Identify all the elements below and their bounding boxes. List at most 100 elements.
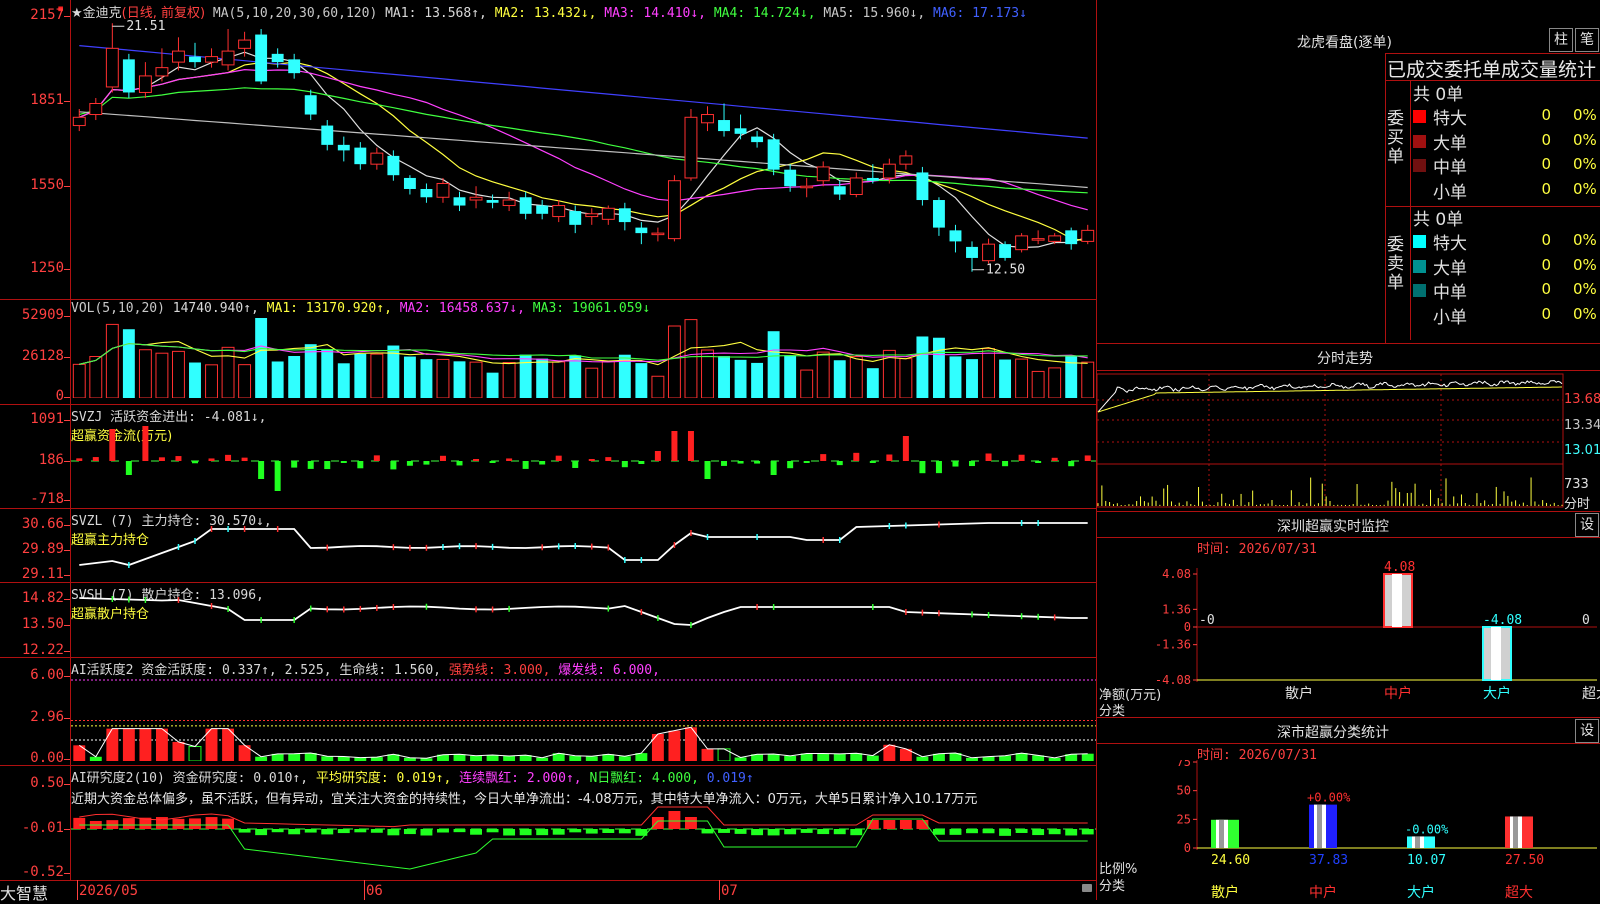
intraday-chart[interactable]: [1097, 372, 1600, 510]
order-count: 0: [1541, 106, 1551, 124]
candle-body: [1015, 235, 1029, 251]
order-type-label: 大单: [1433, 133, 1467, 154]
classify-category-label: 大户: [1407, 884, 1435, 900]
candle-body: [569, 211, 582, 225]
capital-flow-chart[interactable]: [71, 420, 1096, 505]
monitor-bar-highlight: [1491, 627, 1501, 680]
volume-bar: [337, 363, 350, 398]
candle-body: [701, 114, 714, 124]
candle-body: [999, 244, 1012, 258]
svzl-axis-label: 29.89: [21, 541, 64, 557]
flow-bar: [506, 458, 513, 461]
flow-bar: [969, 461, 976, 467]
order-percent: 0%: [1573, 255, 1597, 274]
flow-bar: [985, 453, 992, 461]
candle-body: [816, 166, 830, 182]
volume-bar: [536, 358, 549, 398]
research-bar: [437, 829, 449, 833]
activity-bar: [453, 754, 466, 761]
activity-chart[interactable]: [71, 676, 1096, 761]
activity-bar: [817, 753, 830, 761]
candle-body: [932, 200, 945, 228]
volume-bar: [420, 359, 433, 398]
activity-bar: [321, 756, 334, 761]
flow-bar: [340, 461, 347, 463]
flow-bar: [1002, 461, 1009, 467]
volume-bar: [255, 318, 268, 398]
research-bar: [817, 829, 830, 835]
volume-bar: [833, 360, 846, 398]
candle-body: [833, 186, 846, 195]
volume-bar: [684, 319, 698, 398]
candle-body: [849, 177, 863, 196]
flow-bar: [588, 459, 595, 461]
monitor-axis-label: 4.08: [1162, 567, 1191, 581]
candle-body: [982, 243, 995, 262]
volume-bar: [751, 362, 764, 398]
order-percent: 0%: [1573, 280, 1597, 298]
main-holding-chart[interactable]: [71, 515, 1096, 580]
volume-bar: [172, 350, 185, 398]
monitor-axis-label: 0: [1184, 620, 1191, 634]
svzj-axis-label: 186: [38, 452, 64, 468]
research-bar: [932, 829, 945, 835]
monitor-chart[interactable]: 4.081.360-1.36-4.08-0散户4.08中户-4.08大户0超大: [1097, 556, 1600, 718]
bar-mode-button[interactable]: 柱: [1549, 28, 1573, 52]
monitor-axis-label: 1.36: [1162, 602, 1191, 616]
candle-body: [387, 155, 400, 176]
volume-bar: [651, 375, 665, 398]
tick-mode-button[interactable]: 笔: [1575, 28, 1599, 52]
classify-bar-shade: [1219, 819, 1224, 848]
activity-bar: [602, 754, 615, 761]
volume-bar: [1081, 361, 1095, 398]
candlestick-chart[interactable]: 21.51 12.50: [71, 18, 1096, 280]
volume-bar: [784, 355, 797, 398]
candle-body: [436, 182, 450, 198]
candle-body: [486, 200, 499, 203]
research-chart[interactable]: [71, 784, 1096, 878]
classify-settings-button[interactable]: 设: [1575, 719, 1599, 743]
chart-area[interactable]: ▪ ★金迪克(日线, 前复权) MA(5,10,20,30,60,120) MA…: [0, 0, 1097, 903]
order-percent: 0%: [1573, 179, 1597, 198]
volume-bar: [370, 353, 384, 398]
volume-chart[interactable]: [71, 316, 1096, 398]
classify-value-label: 27.50: [1505, 853, 1544, 868]
research-bar: [767, 829, 780, 836]
volume-bar: [436, 358, 450, 398]
classify-axis-label: 50: [1177, 784, 1191, 798]
vol-ma3: MA3: 19061.059↓: [532, 301, 651, 316]
volume-bar: [72, 363, 86, 398]
retail-holding-chart[interactable]: [71, 590, 1096, 655]
flow-bar: [721, 461, 728, 466]
vol-axis-label: 52909: [21, 307, 64, 323]
research-bar: [255, 829, 268, 836]
monitor-value-label: -0: [1199, 613, 1215, 628]
flow-bar: [307, 461, 314, 469]
research-bar: [403, 829, 416, 835]
flow-bar: [324, 461, 331, 470]
flow-bar: [76, 458, 83, 461]
classify-chart[interactable]: 75 50 25 0 24.60 散户 37.83 +0.00% 中户 10.07 -0.00% 大户…: [1097, 760, 1600, 900]
activity-bar: [916, 756, 929, 761]
research-bar: [602, 829, 615, 833]
flow-bar: [439, 455, 446, 461]
flow-bar: [423, 461, 430, 465]
research-bar: [850, 829, 863, 836]
ai1-axis-label: 2.96: [30, 709, 64, 725]
volume-bar: [221, 346, 235, 398]
flow-bar: [935, 461, 942, 474]
volume-bar: [800, 369, 814, 398]
candle-body: [370, 152, 384, 165]
monitor-settings-button[interactable]: 设: [1575, 513, 1599, 537]
lock-icon[interactable]: [1082, 884, 1092, 892]
research-bar: [470, 829, 482, 835]
volume-bar: [1015, 358, 1029, 398]
app-logo[interactable]: 大智慧: [0, 880, 48, 904]
volume-bar: [569, 355, 582, 398]
order-count: 0: [1541, 179, 1551, 198]
candle-body: [949, 230, 962, 242]
research-bar: [486, 829, 499, 833]
research-bar: [536, 829, 549, 836]
flow-bar: [473, 459, 480, 461]
research-bar: [189, 818, 201, 829]
